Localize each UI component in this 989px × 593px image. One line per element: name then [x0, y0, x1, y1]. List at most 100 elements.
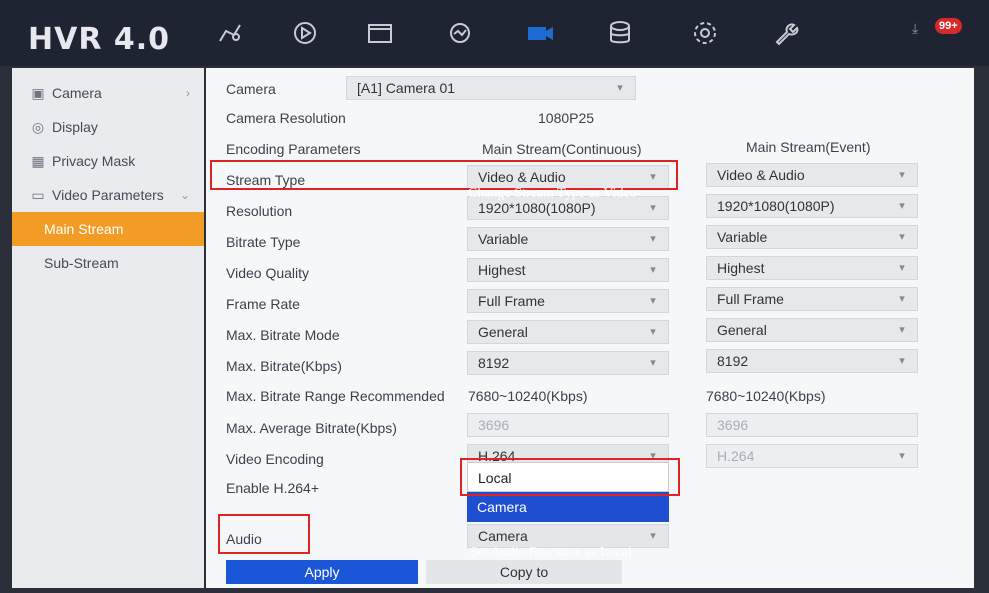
- max-bitrate-continuous-select[interactable]: 8192 ▾: [467, 351, 669, 375]
- sidebar-item-label: Video Parameters: [52, 187, 164, 203]
- sidebar-item-label: Privacy Mask: [52, 153, 136, 169]
- chevron-down-icon: ▾: [650, 264, 656, 276]
- column-header-event: Main Stream(Event): [746, 139, 871, 155]
- bitrate-type-continuous-select[interactable]: Variable ▾: [467, 227, 669, 251]
- select-value: Variable: [478, 231, 529, 247]
- video-quality-continuous-select[interactable]: Highest ▾: [467, 258, 669, 282]
- camera-resolution-label: Camera Resolution: [226, 110, 346, 126]
- video-encoding-label: Video Encoding: [226, 451, 324, 467]
- download-icon[interactable]: ⤓: [912, 20, 918, 37]
- file-management-icon[interactable]: [350, 0, 410, 66]
- sidebar-item-label: Camera: [52, 85, 102, 101]
- display-icon: ◎: [31, 118, 45, 135]
- max-bitrate-mode-continuous-select[interactable]: General ▾: [467, 320, 669, 344]
- maintenance-icon[interactable]: [755, 0, 815, 66]
- column-header-continuous: Main Stream(Continuous): [482, 141, 642, 157]
- encoding-parameters-label: Encoding Parameters: [226, 141, 361, 157]
- audio-annotation: Set Audio Resource as Local: [470, 545, 632, 560]
- sidebar-item-sub-stream[interactable]: Sub-Stream: [12, 246, 204, 280]
- storage-icon[interactable]: [590, 0, 650, 66]
- privacy-mask-icon: ▦: [31, 152, 45, 169]
- apply-button[interactable]: Apply: [226, 560, 418, 584]
- stream-type-event-select[interactable]: Video & Audio ▾: [706, 163, 918, 187]
- sidebar-item-video-parameters[interactable]: ▭ Video Parameters ⌄: [12, 178, 204, 212]
- max-average-bitrate-event-field: 3696: [706, 413, 918, 437]
- configuration-icon[interactable]: [675, 0, 735, 66]
- max-bitrate-label: Max. Bitrate(Kbps): [226, 358, 342, 374]
- select-value: Variable: [717, 229, 768, 245]
- sidebar-item-main-stream[interactable]: Main Stream: [12, 212, 204, 246]
- sidebar-item-display[interactable]: ◎ Display: [12, 110, 204, 144]
- chevron-down-icon: ▾: [650, 295, 656, 307]
- frame-rate-event-select[interactable]: Full Frame ▾: [706, 287, 918, 311]
- select-value: Highest: [478, 262, 526, 278]
- bitrate-range-label: Max. Bitrate Range Recommended: [226, 388, 445, 404]
- sidebar-item-camera[interactable]: ▣ Camera ›: [12, 76, 204, 110]
- chevron-down-icon: ▾: [650, 202, 656, 214]
- max-bitrate-mode-label: Max. Bitrate Mode: [226, 327, 340, 343]
- max-bitrate-mode-event-select[interactable]: General ▾: [706, 318, 918, 342]
- chevron-down-icon: ▾: [650, 233, 656, 245]
- bitrate-range-continuous: 7680~10240(Kbps): [468, 388, 588, 404]
- select-value: 8192: [478, 355, 510, 371]
- sidebar: ▣ Camera › ◎ Display ▦ Privacy Mask ▭ Vi…: [12, 68, 204, 588]
- max-average-bitrate-continuous-field: 3696: [467, 413, 669, 437]
- playback-icon[interactable]: [275, 0, 335, 66]
- select-value: Full Frame: [478, 293, 545, 309]
- frame-rate-continuous-select[interactable]: Full Frame ▾: [467, 289, 669, 313]
- video-quality-event-select[interactable]: Highest ▾: [706, 256, 918, 280]
- main-panel: Camera [A1] Camera 01 ▾ Camera Resolutio…: [206, 68, 974, 588]
- chevron-down-icon: ▾: [617, 82, 623, 94]
- field-value: 3696: [478, 417, 510, 433]
- camera-select-value: [A1] Camera 01: [357, 80, 456, 96]
- notification-badge[interactable]: 99+: [935, 18, 962, 34]
- audio-highlight: [218, 514, 310, 554]
- local-option-highlight: [460, 458, 680, 496]
- video-parameters-icon: ▭: [31, 186, 45, 203]
- video-quality-label: Video Quality: [226, 265, 310, 281]
- bitrate-range-event: 7680~10240(Kbps): [706, 388, 826, 404]
- camera-icon: ▣: [31, 84, 45, 101]
- sidebar-item-label: Display: [52, 119, 98, 135]
- select-value: 8192: [717, 353, 749, 369]
- select-value: General: [717, 322, 767, 338]
- select-value: 1920*1080(1080P): [478, 200, 596, 216]
- bitrate-type-label: Bitrate Type: [226, 234, 301, 250]
- camera-icon[interactable]: [510, 0, 570, 66]
- sidebar-item-label: Sub-Stream: [44, 255, 119, 271]
- chevron-down-icon: ⌄: [179, 188, 190, 202]
- chevron-down-icon: ▾: [899, 450, 905, 462]
- chevron-down-icon: ▾: [899, 262, 905, 274]
- copy-to-button[interactable]: Copy to: [426, 560, 622, 584]
- chevron-down-icon: ▾: [899, 169, 905, 181]
- chevron-down-icon: ▾: [899, 231, 905, 243]
- select-value: Camera: [478, 528, 528, 544]
- chevron-down-icon: ▾: [899, 293, 905, 305]
- bitrate-type-event-select[interactable]: Variable ▾: [706, 225, 918, 249]
- resolution-label: Resolution: [226, 203, 293, 219]
- max-average-bitrate-label: Max. Average Bitrate(Kbps): [226, 420, 397, 436]
- app-title: HVR 4.0: [28, 22, 171, 57]
- resolution-event-select[interactable]: 1920*1080(1080P) ▾: [706, 194, 918, 218]
- select-value: Video & Audio: [717, 167, 805, 183]
- chevron-down-icon: ▾: [650, 326, 656, 338]
- chevron-down-icon: ▾: [899, 200, 905, 212]
- select-value: General: [478, 324, 528, 340]
- stream-type-annotation: Change Stream Type as Video: [468, 186, 637, 201]
- select-value: Full Frame: [717, 291, 784, 307]
- smart-analysis-icon[interactable]: [430, 0, 490, 66]
- max-bitrate-event-select[interactable]: 8192 ▾: [706, 349, 918, 373]
- select-value: Highest: [717, 260, 765, 276]
- dropdown-option-camera[interactable]: Camera: [467, 492, 669, 522]
- camera-resolution-value: 1080P25: [538, 110, 595, 126]
- sidebar-item-privacy-mask[interactable]: ▦ Privacy Mask: [12, 144, 204, 178]
- live-view-icon[interactable]: [200, 0, 260, 66]
- video-encoding-event-select: H.264 ▾: [706, 444, 918, 468]
- sidebar-item-label: Main Stream: [44, 221, 124, 237]
- chevron-down-icon: ▾: [650, 357, 656, 369]
- camera-select[interactable]: [A1] Camera 01 ▾: [346, 76, 636, 100]
- field-value: 3696: [717, 417, 749, 433]
- camera-label: Camera: [226, 81, 276, 97]
- chevron-down-icon: ▾: [899, 355, 905, 367]
- enable-h264plus-label: Enable H.264+: [226, 480, 320, 496]
